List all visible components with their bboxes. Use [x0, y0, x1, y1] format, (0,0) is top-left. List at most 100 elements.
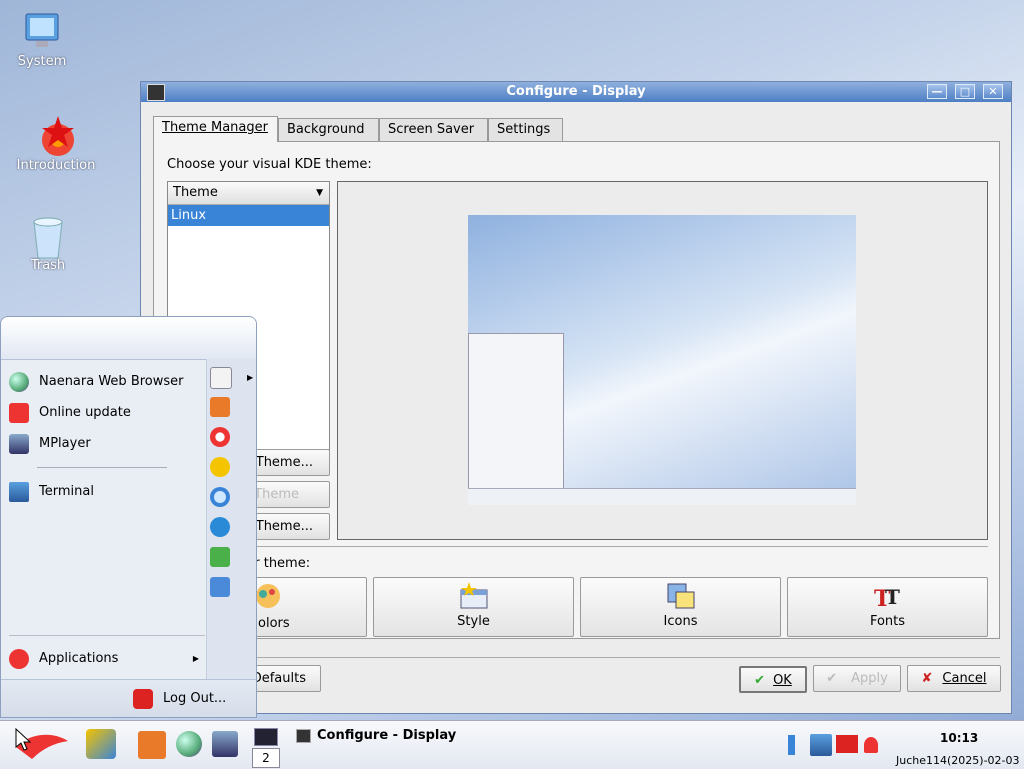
window-title: Configure - Display: [506, 84, 646, 99]
clock-time[interactable]: 10:13: [940, 731, 978, 745]
pager-desktop-number: 2: [252, 748, 280, 768]
package-icon[interactable]: [210, 397, 230, 417]
preview-menu: [468, 333, 564, 490]
colors-icon: [253, 582, 283, 610]
theme-prompt-label: Choose your visual KDE theme:: [167, 157, 372, 172]
edit-launcher-icon[interactable]: [86, 729, 116, 759]
close-button[interactable]: ✕: [983, 84, 1003, 99]
tab-screen-saver[interactable]: Screen Saver: [379, 118, 488, 141]
system-gear-icon[interactable]: [210, 517, 230, 537]
tab-settings[interactable]: Settings: [488, 118, 563, 141]
ok-button[interactable]: ✔ OK: [739, 666, 807, 693]
panel-separator: [167, 546, 988, 547]
mplayer-icon: [9, 433, 29, 454]
desktop-icon-label: System: [17, 54, 67, 69]
settings-icon[interactable]: [210, 457, 230, 477]
menu-item-naenara[interactable]: Naenara Web Browser: [9, 370, 184, 394]
theme-list-header[interactable]: Theme ▼: [168, 182, 329, 205]
minimize-button[interactable]: —: [927, 84, 947, 99]
help-lifebuoy-icon[interactable]: [210, 427, 230, 447]
menu-separator: [9, 635, 205, 636]
start-menu-header: [1, 317, 256, 360]
user-icon[interactable]: [210, 547, 230, 567]
checkmark-icon: ✔: [826, 671, 838, 686]
theme-item-label: Linux: [171, 208, 207, 223]
menu-separator: [37, 467, 167, 468]
trash-icon: [28, 216, 68, 259]
submenu-arrow-icon: ▶: [247, 373, 254, 382]
task-configure-display[interactable]: Configure - Display: [296, 726, 556, 746]
theme-column-label: Theme: [173, 185, 218, 200]
menu-item-label: Naenara Web Browser: [39, 374, 184, 389]
update-tray-icon[interactable]: [864, 737, 878, 753]
button-label: Fonts: [869, 614, 906, 629]
globe-icon: [9, 371, 29, 392]
tab-label: Background: [287, 122, 365, 137]
cancel-button[interactable]: ✘ Cancel: [907, 665, 1001, 692]
clock-date[interactable]: Juche114(2025)-02-03: [896, 754, 1020, 767]
taskbar: 2 Configure - Display 10:13 Juche114(202…: [0, 720, 1024, 769]
tab-background[interactable]: Background: [278, 118, 379, 141]
package-launcher-icon[interactable]: [138, 731, 166, 759]
menu-item-label: Log Out...: [163, 691, 227, 706]
button-label: Cancel: [942, 671, 987, 686]
desktop-icon-label: Introduction: [16, 158, 96, 173]
menu-item-mplayer[interactable]: MPlayer: [9, 432, 91, 456]
button-label: Defaults: [251, 671, 306, 686]
desktop-icon-trash[interactable]: Trash: [8, 216, 88, 273]
menu-item-label: MPlayer: [39, 436, 91, 451]
fonts-button[interactable]: TT Fonts: [787, 577, 988, 637]
button-label: Theme: [254, 487, 299, 502]
button-label: olors: [258, 616, 290, 631]
lock-icon[interactable]: [210, 577, 230, 597]
preview-taskbar: [468, 488, 856, 505]
browser-launcher-icon[interactable]: [176, 731, 202, 757]
menu-item-online-update[interactable]: Online update: [9, 401, 131, 425]
star-update-icon: [9, 402, 29, 423]
style-icon: [459, 582, 489, 610]
desktop-icon-system[interactable]: System: [2, 12, 82, 69]
desktop-icon-introduction[interactable]: Introduction: [16, 116, 96, 173]
style-button[interactable]: Style: [373, 577, 574, 637]
menu-item-label: Online update: [39, 405, 131, 420]
network-icon[interactable]: [810, 734, 832, 756]
search-icon[interactable]: [210, 487, 230, 507]
theme-preview-image: [468, 215, 856, 505]
terminal-icon: [9, 481, 29, 502]
tab-label: Theme Manager: [162, 120, 268, 135]
fonts-icon: TT: [873, 582, 903, 612]
tab-theme-manager[interactable]: Theme Manager: [153, 116, 278, 142]
power-icon: [133, 688, 153, 709]
theme-preview-frame: [337, 181, 988, 540]
start-menu: Naenara Web Browser Online update MPlaye…: [0, 316, 257, 718]
icons-icon: [666, 582, 696, 610]
mplayer-launcher-icon[interactable]: [212, 731, 238, 757]
start-button[interactable]: [12, 727, 70, 761]
menu-item-applications[interactable]: Applications ▶: [9, 647, 199, 671]
desktop-pager[interactable]: 2: [252, 726, 280, 768]
maximize-button[interactable]: □: [955, 84, 975, 99]
theme-list-item[interactable]: Linux: [168, 205, 329, 226]
documents-icon[interactable]: [210, 367, 232, 389]
menu-item-terminal[interactable]: Terminal: [9, 480, 94, 504]
window-menu-icon[interactable]: [147, 84, 165, 101]
pager-window-icon: [254, 728, 278, 746]
theme-manager-panel: Choose your visual KDE theme: Theme ▼ Li…: [153, 141, 1000, 639]
bottom-separator: [153, 657, 1000, 658]
star-gear-icon: [36, 116, 76, 156]
cancel-x-icon: ✘: [921, 671, 933, 686]
tab-label: Settings: [497, 122, 551, 137]
logout-button[interactable]: Log Out...: [133, 687, 226, 711]
menu-item-label: Applications: [39, 651, 119, 666]
icons-button[interactable]: Icons: [580, 577, 781, 637]
button-label: Apply: [851, 671, 888, 686]
apply-button[interactable]: ✔ Apply: [813, 665, 901, 692]
volume-icon[interactable]: [788, 735, 806, 755]
button-label: Style: [457, 614, 490, 629]
computer-icon: [22, 12, 62, 52]
tab-label: Screen Saver: [388, 122, 475, 137]
flag-icon[interactable]: [836, 735, 858, 753]
checkmark-icon: ✔: [754, 673, 766, 688]
button-label: Icons: [663, 614, 698, 629]
window-titlebar[interactable]: Configure - Display — □ ✕: [141, 82, 1011, 102]
